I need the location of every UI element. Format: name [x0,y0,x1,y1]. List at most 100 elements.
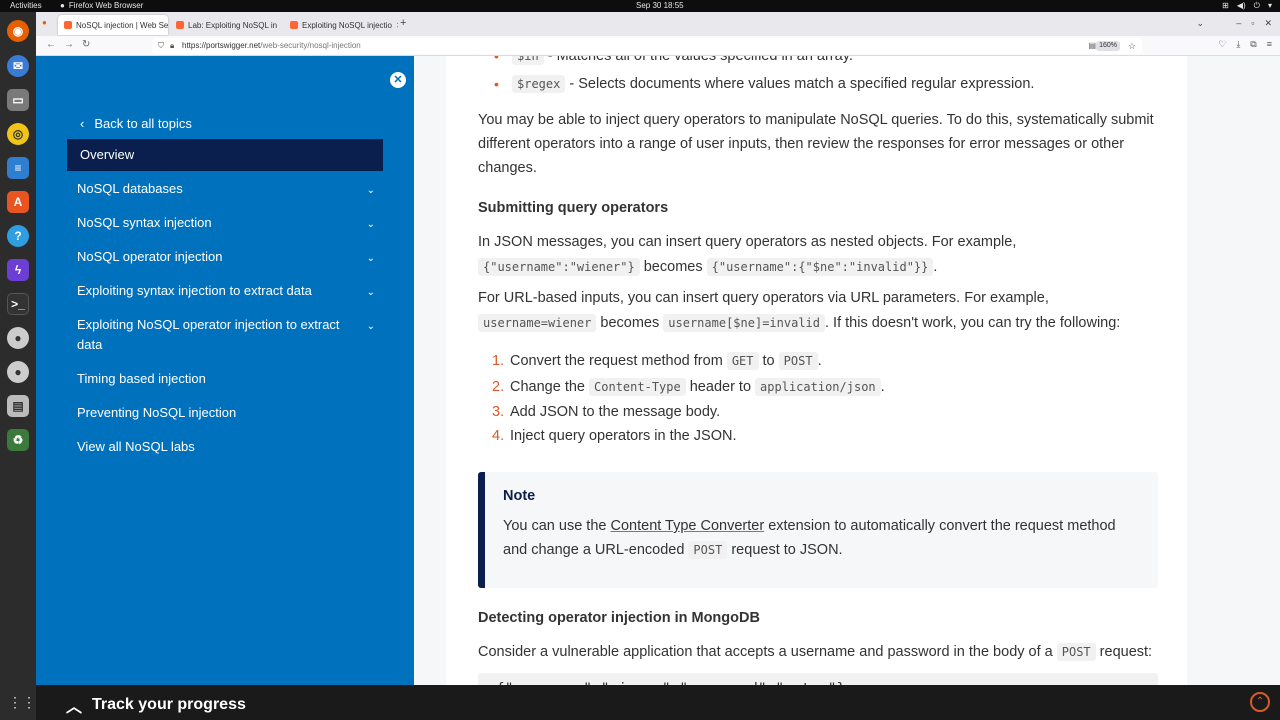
note-text-part: request to JSON. [727,542,843,558]
close-tab-icon[interactable]: ✕ [396,21,398,30]
list-item-text: . [817,353,822,369]
heading-detecting-mongodb: Detecting operator injection in MongoDB [478,610,760,626]
app-name: Firefox Web Browser [68,1,144,10]
paragraph-text: For URL-based inputs, you can insert que… [478,290,1049,306]
inline-code: GET [726,352,759,370]
tab-nosql-injection[interactable]: NoSQL injection | Web Se ✕ [58,15,168,35]
sidebar-item-syntax-injection[interactable]: NoSQL syntax injection ⌄ [67,207,383,239]
writer-launcher-icon[interactable]: ≡ [7,157,29,179]
tab-label: Lab: Exploiting NoSQL in [188,20,278,30]
sidebar-item-syntax-extract[interactable]: Exploiting syntax injection to extract d… [67,275,383,307]
extensions-icon[interactable]: ⧉ [1250,39,1256,50]
downloads-icon[interactable]: ⤓ [1236,39,1240,50]
shield-icon[interactable]: ⛉ [158,38,164,54]
progress-bar[interactable]: ︿ Track your progress ⌃ [36,685,1280,720]
code-block: {"username":"wiener","password":"peter"} [478,673,1158,685]
note-text-part: You can use the [503,518,611,534]
thunderbird-launcher-icon[interactable]: ✉ [7,55,29,77]
list-item-text: Add JSON to the message body. [510,404,721,420]
list-item: 3. Add JSON to the message body. [478,400,1158,424]
operator-list: $in - Matches all of the values specifie… [478,56,1158,96]
pocket-icon[interactable]: ♡ [1218,39,1226,50]
chevron-down-icon[interactable]: ⌄ [367,181,375,201]
sidebar-item-label: NoSQL databases [77,181,183,196]
close-window-icon[interactable]: ✕ [1264,18,1272,29]
sidebar-item-label: Exploiting syntax injection to extract d… [77,283,312,298]
sidebar-item-operator-extract[interactable]: Exploiting NoSQL operator injection to e… [67,309,383,361]
list-item: 2. Change the Content-Type header to appl… [478,374,1158,400]
trash-icon[interactable]: ♻ [7,429,29,451]
forward-icon[interactable]: → [64,39,74,50]
inline-code: $in [512,56,544,65]
chevron-left-icon: ‹ [80,116,85,131]
list-number: 2. [492,379,505,395]
list-tabs-icon[interactable]: ⌄ [1196,18,1204,29]
tab-label: NoSQL injection | Web Se [76,20,168,30]
app-menu[interactable]: ● Firefox Web Browser [60,0,143,12]
tab-lab[interactable]: Lab: Exploiting NoSQL in ✕ [170,15,282,35]
inline-code: POST [1056,643,1096,661]
firefox-launcher-icon[interactable]: ◉ [7,20,29,42]
software-launcher-icon[interactable]: A [7,191,29,213]
portswigger-favicon-icon [290,21,298,29]
bookmark-star-icon[interactable]: ☆ [1128,38,1136,54]
sidebar-item-overview[interactable]: Overview [67,139,383,171]
files-launcher-icon[interactable]: ▭ [7,89,29,111]
sidebar-item-label: Preventing NoSQL injection [77,405,237,420]
url-bar[interactable]: ⛉ 🔒︎ https://portswigger.net/web-securit… [152,38,1142,54]
close-sidebar-icon[interactable]: ✕ [390,72,406,88]
sidebar-item-preventing[interactable]: Preventing NoSQL injection [67,397,383,429]
scroll-to-top-icon[interactable]: ⌃ [1250,692,1270,712]
drive-icon[interactable]: ▤ [7,395,29,417]
burp-launcher-icon[interactable]: ϟ [7,259,29,281]
rhythmbox-launcher-icon[interactable]: ◎ [7,123,29,145]
list-item-text: Inject query operators in the JSON. [510,428,737,444]
show-apps-icon[interactable]: ⋮⋮ [8,692,36,712]
disc-icon[interactable]: ● [7,361,29,383]
reader-view-icon[interactable]: ▤ [1088,38,1096,54]
portswigger-favicon-icon [64,21,72,29]
maximize-icon[interactable]: ▫ [1251,18,1254,29]
inline-code: application/json [755,378,881,396]
zoom-level[interactable]: 160% [1096,41,1120,51]
back-to-topics-link[interactable]: ‹ Back to all topics [80,116,192,131]
back-icon[interactable]: ← [46,39,56,50]
firefox-view-icon[interactable]: ● [42,18,47,27]
system-tray[interactable]: ⊞ ◀) ⏻ ▾ [1222,0,1272,12]
chevron-down-icon[interactable]: ⌄ [367,317,375,337]
content-type-converter-link[interactable]: Content Type Converter [611,518,765,534]
minimize-icon[interactable]: – [1236,18,1241,29]
inline-code: username=wiener [478,314,597,332]
list-item-text: to [758,353,779,369]
lock-icon[interactable]: 🔒︎ [170,38,174,54]
reload-icon[interactable]: ↻ [82,39,90,50]
sidebar-item-label: View all NoSQL labs [77,439,195,454]
sidebar-item-nosql-databases[interactable]: NoSQL databases ⌄ [67,173,383,205]
volume-icon: ◀) [1236,1,1246,10]
inline-code: POST [688,541,728,559]
chevron-down-icon[interactable]: ⌄ [367,283,375,303]
note-text: You can use the Content Type Converter e… [503,514,1140,562]
url-paragraph: For URL-based inputs, you can insert que… [478,286,1168,336]
sidebar-item-label: Overview [80,147,135,162]
system-top-bar: Activities ● Firefox Web Browser Sep 30 1… [0,0,1280,12]
chevron-down-icon[interactable]: ⌄ [367,249,375,269]
terminal-launcher-icon[interactable]: >_ [7,293,29,315]
menu-icon[interactable]: ≡ [1267,39,1272,50]
disc-icon[interactable]: ● [7,327,29,349]
heading-submitting-operators: Submitting query operators [478,200,669,216]
track-progress-toggle[interactable]: ︿ Track your progress [66,693,246,717]
list-item: $in - Matches all of the values specifie… [478,56,1158,68]
new-tab-icon[interactable]: + [400,17,406,29]
chevron-up-icon: ︿ [66,699,83,716]
topic-nav: Overview NoSQL databases ⌄ NoSQL syntax i… [67,139,383,465]
sidebar-item-operator-injection[interactable]: NoSQL operator injection ⌄ [67,241,383,273]
sidebar-item-labs[interactable]: View all NoSQL labs [67,431,383,463]
close-tab-icon[interactable]: ✕ [281,21,282,30]
chevron-down-icon[interactable]: ⌄ [367,215,375,235]
clock[interactable]: Sep 30 18:55 [636,0,684,12]
tab-exploiting[interactable]: Exploiting NoSQL injectio ✕ [284,15,398,35]
sidebar-item-timing[interactable]: Timing based injection [67,363,383,395]
help-launcher-icon[interactable]: ? [7,225,29,247]
activities-button[interactable]: Activities [10,0,42,12]
